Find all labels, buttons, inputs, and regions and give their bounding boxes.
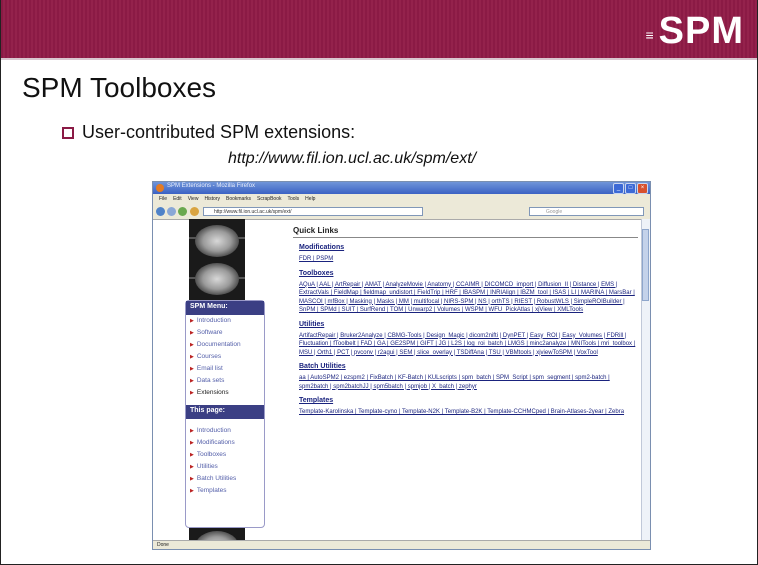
- status-bar: Done: [153, 540, 650, 549]
- menu-tools[interactable]: Tools: [287, 196, 299, 202]
- back-icon[interactable]: [156, 207, 165, 216]
- browser-title: SPM Extensions - Mozilla Firefox: [167, 183, 256, 189]
- nav-courses[interactable]: ▶ Courses: [186, 351, 264, 363]
- address-bar[interactable]: http://www.fil.ion.ucl.ac.uk/spm/ext/: [203, 207, 423, 216]
- vertical-scrollbar[interactable]: [641, 219, 650, 542]
- browser-titlebar: SPM Extensions - Mozilla Firefox _ □ ×: [153, 182, 650, 194]
- menu-help[interactable]: Help: [305, 196, 315, 202]
- browser-menubar: File Edit View History Bookmarks ScrapBo…: [153, 194, 650, 204]
- reload-icon[interactable]: [178, 207, 187, 216]
- quick-links-heading: Quick Links: [293, 226, 638, 238]
- section-batch-utilities[interactable]: Batch Utilities: [299, 363, 638, 370]
- banner-divider: [1, 58, 757, 60]
- this-page-header: This page:: [186, 405, 264, 419]
- menu-edit[interactable]: Edit: [173, 196, 182, 202]
- menu-file[interactable]: File: [159, 196, 167, 202]
- extensions-url: http://www.fil.ion.ucl.ac.uk/spm/ext/: [228, 150, 477, 167]
- browser-toolbar: http://www.fil.ion.ucl.ac.uk/spm/ext/ Go…: [153, 204, 650, 220]
- section-utilities[interactable]: Utilities: [299, 321, 638, 328]
- menu-history[interactable]: History: [204, 196, 220, 202]
- arrow-icon: ▶: [190, 330, 194, 336]
- arrow-icon: ▶: [190, 488, 194, 494]
- window-buttons: _ □ ×: [613, 183, 648, 194]
- menu-scrapbook[interactable]: ScrapBook: [257, 196, 281, 202]
- utilities-links[interactable]: ArtifactRepair | Bruker2Analyze | CBMG-T…: [299, 332, 638, 358]
- arrow-icon: ▶: [190, 464, 194, 470]
- anchor-templates[interactable]: ▶ Templates: [186, 485, 264, 497]
- menu-view[interactable]: View: [188, 196, 199, 202]
- arrow-icon: ▶: [190, 318, 194, 324]
- bullet-text: User-contributed SPM extensions:: [82, 122, 356, 142]
- arrow-icon: ▶: [190, 342, 194, 348]
- section-toolboxes[interactable]: Toolboxes: [299, 270, 638, 277]
- arrow-icon: ▶: [190, 428, 194, 434]
- nav-introduction[interactable]: ▶ Introduction: [186, 315, 264, 327]
- slide-title: SPM Toolboxes: [22, 72, 217, 103]
- maximize-icon[interactable]: □: [625, 183, 636, 194]
- batch-utilities-links[interactable]: aa | AutoSPM2 | ezspm2 | FixBatch | KF-B…: [299, 374, 638, 391]
- scroll-thumb[interactable]: [642, 229, 649, 301]
- section-templates[interactable]: Templates: [299, 397, 638, 404]
- forward-icon[interactable]: [167, 207, 176, 216]
- checkbox-bullet-icon: [62, 126, 74, 139]
- logo-mark-icon: ≡: [645, 27, 655, 43]
- anchor-batch-utilities[interactable]: ▶ Batch Utilities: [186, 473, 264, 485]
- nav-documentation[interactable]: ▶ Documentation: [186, 339, 264, 351]
- arrow-icon: ▶: [190, 476, 194, 482]
- arrow-icon: ▶: [190, 366, 194, 372]
- home-icon[interactable]: [190, 207, 199, 216]
- section-modifications[interactable]: Modifications: [299, 244, 638, 251]
- firefox-icon: [156, 184, 164, 192]
- search-input[interactable]: Google: [529, 207, 644, 216]
- bullet-item: User-contributed SPM extensions:: [62, 122, 355, 143]
- toolboxes-links[interactable]: AQuA | AAL | ArtRepair | AMAT | AnalyzeM…: [299, 281, 638, 315]
- anchor-introduction[interactable]: ▶ Introduction: [186, 425, 264, 437]
- spm-menu-header: SPM Menu:: [186, 301, 264, 315]
- spm-logo: ≡ SPM: [645, 10, 744, 52]
- arrow-icon: ▶: [190, 354, 194, 360]
- brain-image: [195, 263, 239, 295]
- close-icon[interactable]: ×: [637, 183, 648, 194]
- nav-email-list[interactable]: ▶ Email list: [186, 363, 264, 375]
- browser-screenshot: SPM Extensions - Mozilla Firefox _ □ × F…: [152, 181, 651, 550]
- logo-text: SPM: [658, 10, 744, 52]
- templates-links[interactable]: Template-Karolinska | Template-cyno | Te…: [299, 408, 638, 417]
- arrow-icon: ▶: [190, 390, 194, 396]
- side-menu: SPM Menu: ▶ Introduction ▶ Software ▶ Docum…: [185, 300, 265, 528]
- arrow-icon: ▶: [190, 440, 194, 446]
- menu-bookmarks[interactable]: Bookmarks: [226, 196, 251, 202]
- arrow-icon: ▶: [190, 378, 194, 384]
- nav-data-sets[interactable]: ▶ Data sets: [186, 375, 264, 387]
- anchor-toolboxes[interactable]: ▶ Toolboxes: [186, 449, 264, 461]
- anchor-utilities[interactable]: ▶ Utilities: [186, 461, 264, 473]
- nav-extensions[interactable]: ▶ Extensions: [186, 387, 264, 399]
- brain-image: [195, 225, 239, 257]
- anchor-modifications[interactable]: ▶ Modifications: [186, 437, 264, 449]
- modifications-links[interactable]: FDR | PSPM: [299, 255, 638, 264]
- nav-software[interactable]: ▶ Software: [186, 327, 264, 339]
- arrow-icon: ▶: [190, 452, 194, 458]
- slide-banner: [1, 0, 757, 58]
- page-content: Quick Links Modifications FDR | PSPM Too…: [293, 226, 638, 417]
- minimize-icon[interactable]: _: [613, 183, 624, 194]
